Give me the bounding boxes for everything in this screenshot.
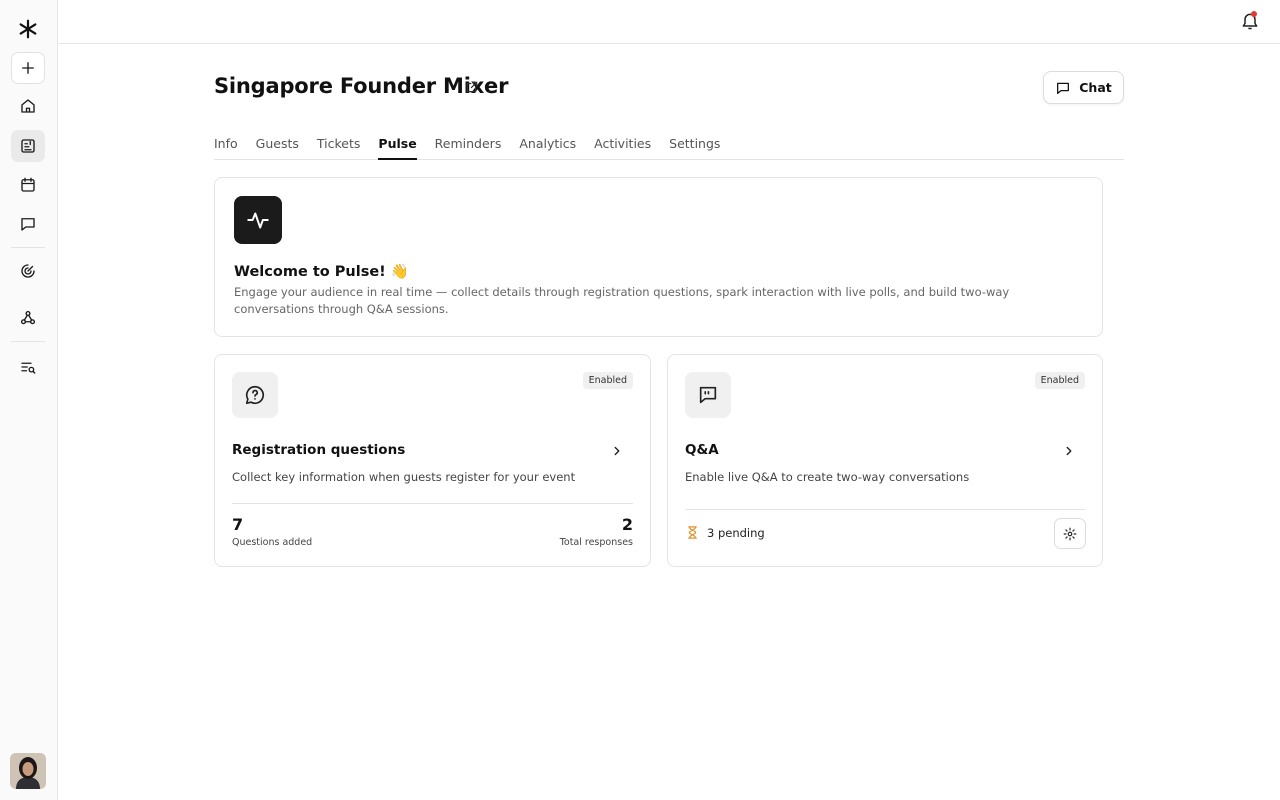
sidebar-item-search-list[interactable] <box>11 351 45 383</box>
chat-button-label: Chat <box>1079 80 1112 95</box>
tab-pulse[interactable]: Pulse <box>378 136 417 160</box>
registration-questions-card[interactable]: Enabled Registration questions Collect k… <box>214 354 651 567</box>
calendar-icon <box>21 177 35 192</box>
home-icon <box>21 99 35 113</box>
avatar-image <box>10 753 46 789</box>
welcome-card: Welcome to Pulse! 👋 Engage your audience… <box>214 177 1103 337</box>
qa-title: Q&A <box>685 442 719 458</box>
gear-icon <box>1063 527 1077 540</box>
top-bar <box>58 0 1280 44</box>
tab-settings[interactable]: Settings <box>669 136 720 159</box>
tab-tickets[interactable]: Tickets <box>317 136 361 159</box>
welcome-title: Welcome to Pulse! 👋 <box>234 264 409 280</box>
create-button[interactable] <box>11 52 45 84</box>
questions-added-count: 7 <box>232 515 244 534</box>
webhook-icon <box>20 310 36 325</box>
sidebar-item-home[interactable] <box>11 90 45 122</box>
bell-icon[interactable] <box>1240 11 1260 31</box>
qa-settings-button[interactable] <box>1054 518 1086 549</box>
sidebar-divider <box>11 341 45 342</box>
list-search-icon <box>21 362 36 374</box>
sidebar-divider <box>11 247 45 248</box>
radar-icon <box>21 264 35 278</box>
sidebar-item-messages[interactable] <box>11 208 45 240</box>
chevron-right-icon[interactable] <box>1062 444 1076 458</box>
tab-guests[interactable]: Guests <box>256 136 299 159</box>
chat-button[interactable]: Chat <box>1043 71 1124 104</box>
tab-analytics[interactable]: Analytics <box>519 136 576 159</box>
hourglass-icon <box>688 526 697 539</box>
status-badge: Enabled <box>582 372 633 389</box>
sidebar-item-integrations[interactable] <box>11 302 45 334</box>
qa-card[interactable]: Enabled Q&A Enable live Q&A to create tw… <box>667 354 1103 567</box>
pending-count: 3 pending <box>707 525 765 540</box>
tab-activities[interactable]: Activities <box>594 136 651 159</box>
event-list-icon <box>21 139 35 153</box>
card-divider <box>685 509 1085 510</box>
total-responses-label: Total responses <box>559 537 633 548</box>
registration-title: Registration questions <box>232 442 406 458</box>
sidebar-item-calendar[interactable] <box>11 169 45 201</box>
tab-bar: Info Guests Tickets Pulse Reminders Anal… <box>214 136 1124 160</box>
sidebar-item-discover[interactable] <box>11 255 45 287</box>
pulse-icon <box>234 196 282 244</box>
sidebar <box>0 0 58 800</box>
question-icon <box>232 372 278 418</box>
qa-description: Enable live Q&A to create two-way conver… <box>685 470 970 484</box>
registration-description: Collect key information when guests regi… <box>232 470 576 484</box>
chevron-right-icon[interactable] <box>610 444 624 458</box>
qa-icon <box>685 372 731 418</box>
chat-icon <box>1057 82 1070 94</box>
tab-info[interactable]: Info <box>214 136 238 159</box>
card-divider <box>232 503 633 504</box>
total-responses-count: 2 <box>621 515 633 534</box>
external-link-icon[interactable] <box>465 80 479 94</box>
user-avatar[interactable] <box>10 753 46 789</box>
tab-reminders[interactable]: Reminders <box>435 136 502 159</box>
pending-status: 3 pending <box>685 525 765 540</box>
questions-added-label: Questions added <box>232 537 313 548</box>
status-badge: Enabled <box>1034 372 1085 389</box>
brand-logo-icon[interactable] <box>17 18 39 40</box>
message-icon <box>21 218 35 231</box>
sidebar-item-events[interactable] <box>11 130 45 162</box>
welcome-description: Engage your audience in real time — coll… <box>234 285 1010 316</box>
plus-icon <box>22 62 34 74</box>
notification-dot <box>1251 11 1257 17</box>
